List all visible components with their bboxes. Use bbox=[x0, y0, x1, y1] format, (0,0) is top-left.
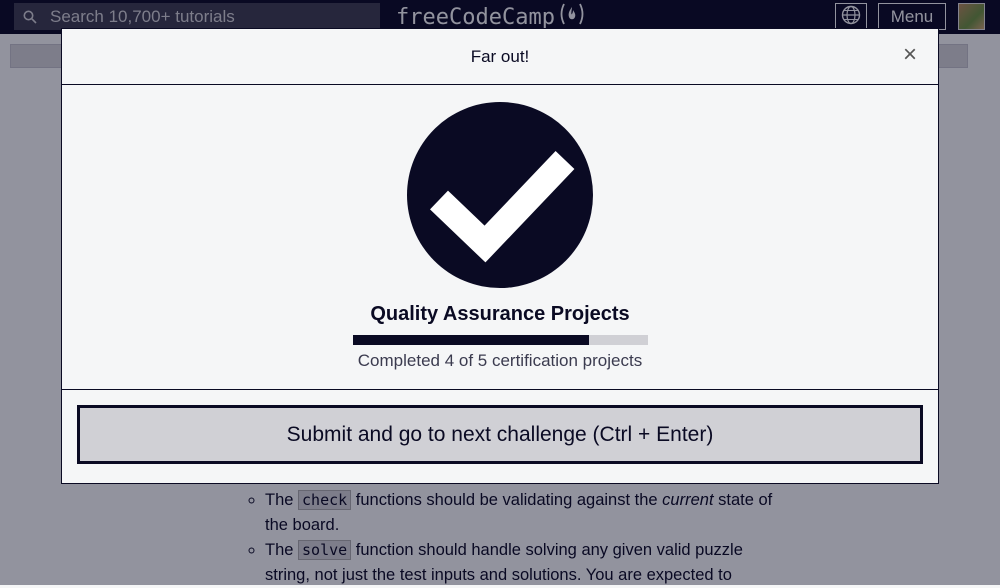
progress-bar bbox=[353, 335, 648, 345]
certification-title: Quality Assurance Projects bbox=[370, 303, 630, 325]
progress-text: Completed 4 of 5 certification projects bbox=[357, 351, 643, 370]
modal-body: Quality Assurance Projects Completed 4 o… bbox=[62, 85, 938, 389]
submit-next-challenge-button[interactable]: Submit and go to next challenge (Ctrl + … bbox=[77, 405, 923, 464]
completion-modal: Far out! × Quality Assurance Projects Co… bbox=[61, 28, 939, 484]
close-button[interactable]: × bbox=[900, 41, 920, 68]
progress-fill bbox=[353, 335, 589, 345]
modal-footer: Submit and go to next challenge (Ctrl + … bbox=[62, 389, 938, 484]
close-icon: × bbox=[902, 41, 917, 68]
modal-header: Far out! × bbox=[62, 29, 938, 85]
modal-title: Far out! bbox=[470, 46, 530, 66]
success-checkmark-icon bbox=[407, 102, 593, 288]
